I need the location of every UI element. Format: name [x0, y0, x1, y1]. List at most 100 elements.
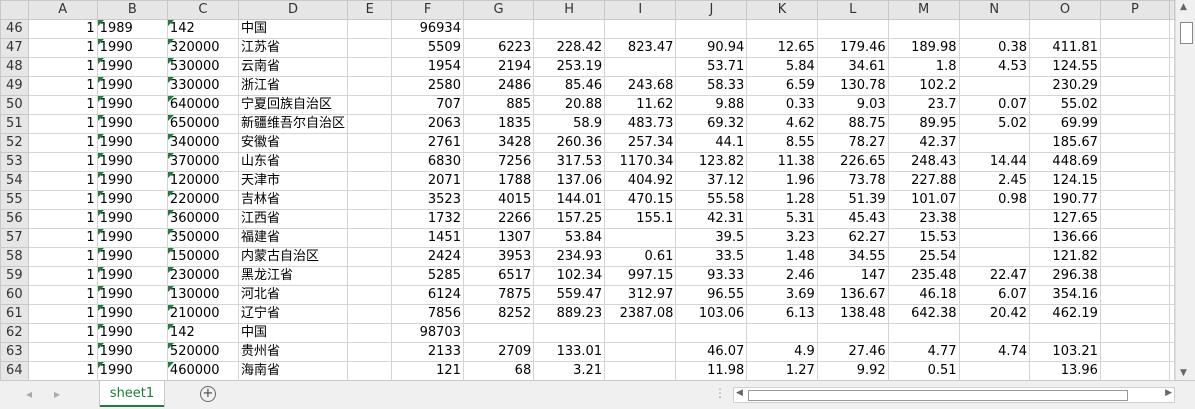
cell-blank[interactable] — [1169, 152, 1175, 172]
column-header-c[interactable]: C — [166, 0, 240, 20]
cell-h[interactable]: 85.46 — [533, 76, 606, 96]
cell-blank[interactable] — [1169, 76, 1175, 96]
cell-h[interactable]: 144.01 — [533, 190, 606, 210]
cell-l[interactable]: 27.46 — [816, 342, 889, 362]
cell-a[interactable]: 1 — [27, 19, 98, 39]
cell-n[interactable] — [958, 247, 1031, 267]
cell-b[interactable]: 1990 — [96, 152, 168, 172]
cell-b[interactable]: 1990 — [96, 38, 168, 58]
cell-e[interactable] — [347, 304, 393, 324]
cell-m[interactable]: 0.51 — [887, 361, 960, 380]
spreadsheet-grid[interactable]: ABCDEFGHIJKLMNOP 46 1 1989 142 中国 96934 47 1 199… — [0, 0, 1175, 380]
cell-p[interactable] — [1099, 285, 1171, 305]
cell-o[interactable]: 354.16 — [1029, 285, 1101, 305]
row-header[interactable]: 64 — [0, 361, 29, 380]
cell-m[interactable]: 4.77 — [887, 342, 960, 362]
cell-l[interactable]: 34.61 — [816, 57, 889, 77]
cell-blank[interactable] — [1169, 361, 1175, 380]
cell-a[interactable]: 1 — [27, 95, 98, 115]
cell-f[interactable]: 2424 — [391, 247, 464, 267]
cell-p[interactable] — [1099, 152, 1171, 172]
cell-n[interactable]: 20.42 — [958, 304, 1031, 324]
cell-d[interactable]: 江苏省 — [238, 38, 349, 58]
cell-l[interactable]: 78.27 — [816, 133, 889, 153]
cell-b[interactable]: 1990 — [96, 361, 168, 380]
cell-g[interactable]: 3428 — [462, 133, 535, 153]
cell-l[interactable]: 51.39 — [816, 190, 889, 210]
cell-k[interactable]: 6.59 — [746, 76, 818, 96]
cell-j[interactable]: 53.71 — [675, 57, 748, 77]
cell-c[interactable]: 530000 — [166, 57, 240, 77]
cell-h[interactable]: 317.53 — [533, 152, 606, 172]
cell-o[interactable]: 462.19 — [1029, 304, 1101, 324]
previous-sheet-icon[interactable]: ◂ — [26, 387, 32, 401]
cell-p[interactable] — [1099, 266, 1171, 286]
cell-e[interactable] — [347, 190, 393, 210]
cell-b[interactable]: 1990 — [96, 266, 168, 286]
cell-h[interactable]: 133.01 — [533, 342, 606, 362]
cell-c[interactable]: 120000 — [166, 171, 240, 191]
cell-k[interactable]: 12.65 — [746, 38, 818, 58]
cell-j[interactable]: 55.58 — [675, 190, 748, 210]
cell-j[interactable]: 46.07 — [675, 342, 748, 362]
cell-g[interactable]: 8252 — [462, 304, 535, 324]
cell-k[interactable]: 6.13 — [746, 304, 818, 324]
cell-m[interactable]: 248.43 — [887, 152, 960, 172]
cell-g[interactable]: 1788 — [462, 171, 535, 191]
cell-k[interactable]: 1.96 — [746, 171, 818, 191]
cell-e[interactable] — [347, 38, 393, 58]
cell-blank[interactable] — [1169, 304, 1175, 324]
cell-g[interactable]: 2194 — [462, 57, 535, 77]
cell-b[interactable]: 1990 — [96, 228, 168, 248]
cell-o[interactable]: 185.67 — [1029, 133, 1101, 153]
cell-blank[interactable] — [1169, 266, 1175, 286]
column-header-d[interactable]: D — [238, 0, 349, 20]
cell-a[interactable]: 1 — [27, 323, 98, 343]
row-header[interactable]: 53 — [0, 152, 29, 172]
cell-d[interactable]: 内蒙古自治区 — [238, 247, 349, 267]
cell-m[interactable]: 101.07 — [887, 190, 960, 210]
cell-f[interactable]: 1451 — [391, 228, 464, 248]
cell-i[interactable] — [604, 323, 677, 343]
cell-c[interactable]: 142 — [166, 19, 240, 39]
cell-blank[interactable] — [1169, 133, 1175, 153]
cell-l[interactable]: 136.67 — [816, 285, 889, 305]
cell-n[interactable] — [958, 76, 1031, 96]
cell-g[interactable]: 68 — [462, 361, 535, 380]
cell-b[interactable]: 1990 — [96, 171, 168, 191]
cell-i[interactable]: 155.1 — [604, 209, 677, 229]
cell-b[interactable]: 1990 — [96, 114, 168, 134]
cell-p[interactable] — [1099, 114, 1171, 134]
cell-m[interactable]: 23.38 — [887, 209, 960, 229]
cell-k[interactable]: 0.33 — [746, 95, 818, 115]
cell-i[interactable]: 470.15 — [604, 190, 677, 210]
row-header[interactable]: 55 — [0, 190, 29, 210]
cell-c[interactable]: 130000 — [166, 285, 240, 305]
cell-p[interactable] — [1099, 133, 1171, 153]
cell-blank[interactable] — [1169, 285, 1175, 305]
plus-circle-icon[interactable]: + — [200, 386, 216, 402]
cell-o[interactable]: 69.99 — [1029, 114, 1101, 134]
cell-b[interactable]: 1989 — [96, 19, 168, 39]
cell-b[interactable]: 1990 — [96, 323, 168, 343]
cell-i[interactable]: 243.68 — [604, 76, 677, 96]
cell-e[interactable] — [347, 361, 393, 380]
cell-h[interactable]: 253.19 — [533, 57, 606, 77]
cell-e[interactable] — [347, 285, 393, 305]
cell-e[interactable] — [347, 342, 393, 362]
cell-b[interactable]: 1990 — [96, 57, 168, 77]
sheet-tab[interactable]: sheet1 — [100, 381, 164, 407]
cell-c[interactable]: 640000 — [166, 95, 240, 115]
cell-k[interactable]: 11.38 — [746, 152, 818, 172]
horizontal-scroll-thumb[interactable] — [748, 390, 1128, 401]
cell-j[interactable]: 58.33 — [675, 76, 748, 96]
triangle-right-icon[interactable]: ▶ — [1165, 388, 1172, 398]
cell-o[interactable]: 121.82 — [1029, 247, 1101, 267]
cell-p[interactable] — [1099, 228, 1171, 248]
cell-n[interactable] — [958, 19, 1031, 39]
cell-l[interactable]: 179.46 — [816, 38, 889, 58]
cell-p[interactable] — [1099, 190, 1171, 210]
column-header-h[interactable]: H — [533, 0, 606, 20]
cell-h[interactable]: 137.06 — [533, 171, 606, 191]
cell-i[interactable]: 404.92 — [604, 171, 677, 191]
